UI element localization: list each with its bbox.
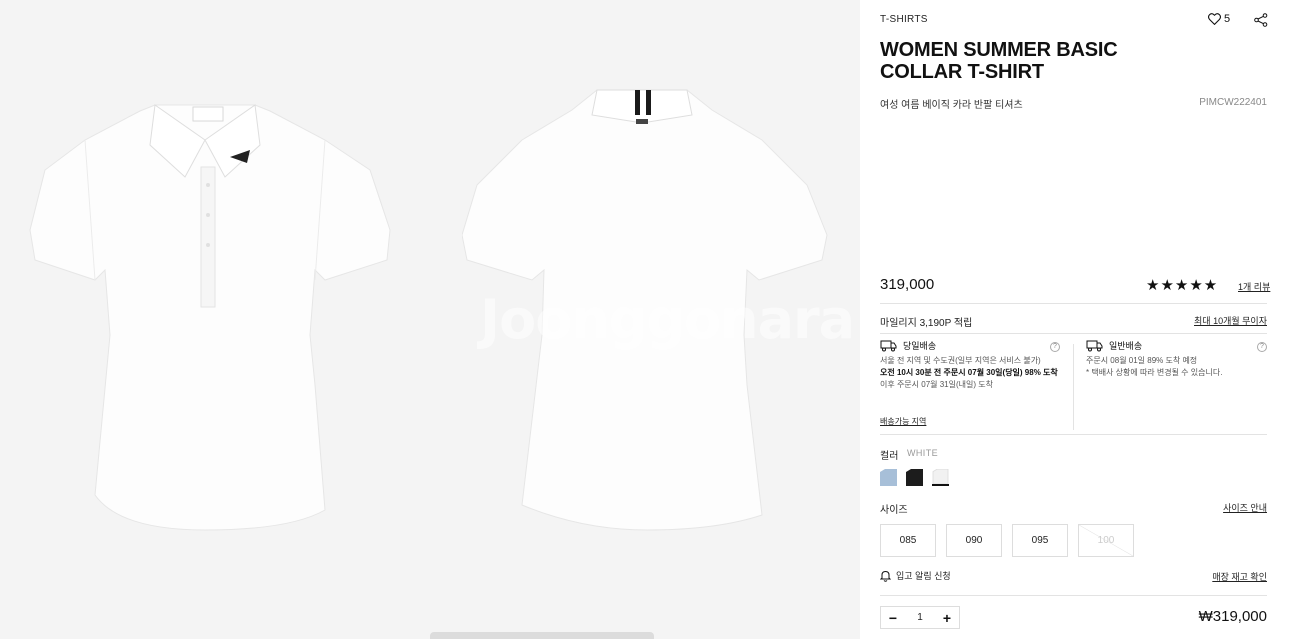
sameday-after: 이후 주문시 07월 31일(내일) 도착	[880, 380, 993, 389]
restock-label: 입고 알림 신청	[896, 571, 951, 581]
product-title-line1: WOMEN SUMMER BASIC	[880, 39, 1118, 61]
color-swatch-blue[interactable]	[880, 469, 897, 486]
product-price: 319,000	[880, 276, 935, 293]
mileage-text: 마일리지 3,190P 적립	[880, 318, 973, 329]
watermark: Joonggonara	[480, 288, 855, 351]
divider	[880, 303, 1267, 304]
normal-title: 일반배송	[1109, 341, 1143, 351]
size-option-085[interactable]: 085	[880, 524, 936, 557]
normal-eta: 주문시 08월 01일 89% 도착 예정	[1086, 356, 1198, 365]
size-guide-link[interactable]: 사이즈 안내	[1223, 501, 1267, 514]
review-link[interactable]: 1개 리뷰	[1238, 280, 1270, 293]
quantity-stepper[interactable]: − 1 +	[880, 606, 960, 629]
quantity-decrease-button[interactable]: −	[887, 610, 899, 626]
wish-button[interactable]: 5	[1208, 13, 1230, 25]
product-code: PIMCW222401	[1199, 97, 1267, 108]
rating-stars: ★★★★★	[1146, 277, 1219, 294]
color-swatch-black[interactable]	[906, 469, 923, 486]
wish-count: 5	[1224, 13, 1231, 25]
sameday-help-icon[interactable]: ?	[1050, 342, 1060, 352]
sameday-shipping: 당일배송 서울 전 지역 및 수도권(일부 지역은 서비스 불가) 오전 10시…	[880, 340, 1070, 391]
divider	[880, 434, 1267, 435]
normal-help-icon[interactable]: ?	[1257, 342, 1267, 352]
size-option-095[interactable]: 095	[1012, 524, 1068, 557]
sameday-title: 당일배송	[903, 341, 937, 351]
size-option-100[interactable]: 100	[1078, 524, 1134, 557]
product-subtitle: 여성 여름 베이직 카라 반팔 티셔츠	[880, 100, 1023, 111]
heart-icon	[1208, 13, 1221, 25]
divider	[880, 333, 1267, 334]
truck-icon	[1086, 340, 1103, 352]
color-label: 컬러	[880, 451, 899, 462]
swatch-fill-white	[932, 469, 949, 484]
swatch-fill-black	[906, 469, 923, 486]
truck-icon	[880, 340, 897, 352]
product-title: WOMEN SUMMER BASIC COLLAR T-SHIRT	[880, 39, 1180, 83]
swatch-fill-blue	[880, 469, 897, 486]
store-stock-link[interactable]: 매장 재고 확인	[1212, 570, 1267, 583]
sameday-area: 서울 전 지역 및 수도권(일부 지역은 서비스 불가)	[880, 356, 1041, 365]
product-info-panel: T-SHIRTS 5 WOMEN SUMMER BASIC COLLAR T-S…	[860, 0, 1303, 639]
product-category[interactable]: T-SHIRTS	[880, 14, 928, 25]
total-price: ₩319,000	[1198, 608, 1267, 625]
color-swatch-white[interactable]	[932, 469, 949, 486]
normal-note: * 택배사 상황에 따라 변경될 수 있습니다.	[1086, 368, 1223, 377]
quantity-value: 1	[917, 612, 923, 623]
normal-shipping: 일반배송 주문시 08월 01일 89% 도착 예정 * 택배사 상황에 따라 …	[1086, 340, 1256, 379]
product-image-gallery[interactable]: Joonggonara	[0, 0, 860, 639]
share-button[interactable]	[1254, 13, 1268, 32]
share-icon	[1254, 13, 1268, 27]
bell-icon	[880, 570, 891, 582]
shipping-divider	[1073, 344, 1074, 430]
restock-alert-button[interactable]: 입고 알림 신청	[880, 569, 951, 582]
divider	[880, 595, 1267, 596]
product-title-line2: COLLAR T-SHIRT	[880, 61, 1044, 83]
product-image-front[interactable]	[25, 85, 395, 535]
thumbnail-strip[interactable]	[430, 632, 654, 639]
shipping-area-link[interactable]: 배송가능 지역	[880, 416, 926, 427]
sameday-promise: 오전 10시 30분 전 주문시 07월 30일(당일) 98% 도착	[880, 368, 1058, 377]
size-option-090[interactable]: 090	[946, 524, 1002, 557]
quantity-increase-button[interactable]: +	[941, 610, 953, 626]
color-selected-value: WHITE	[907, 448, 938, 458]
installment-link[interactable]: 최대 10개월 무이자	[1194, 314, 1267, 327]
size-label: 사이즈	[880, 505, 908, 516]
